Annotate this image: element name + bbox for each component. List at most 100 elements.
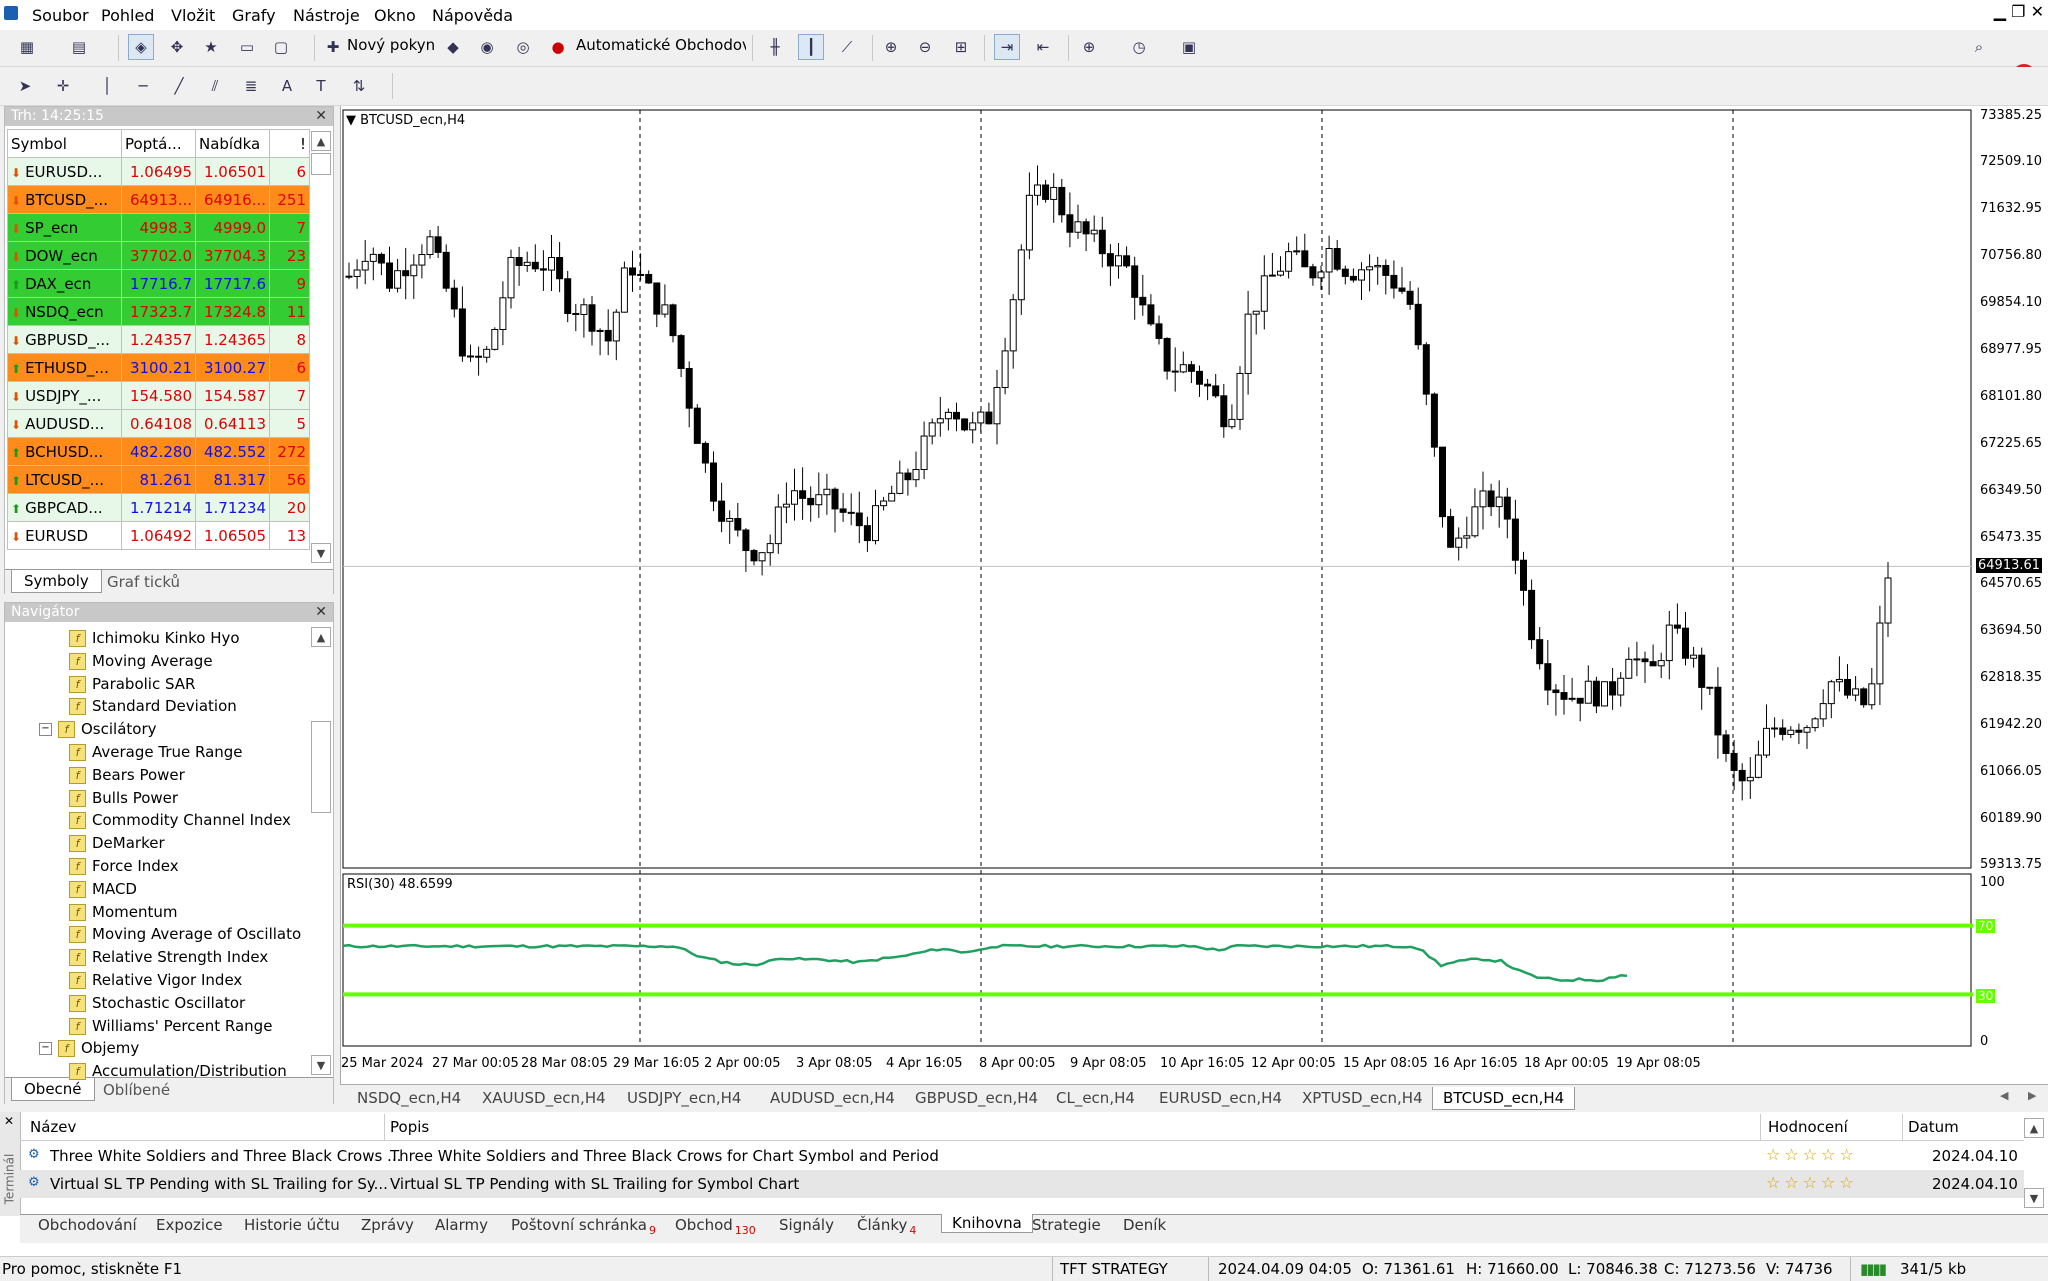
menu-napoveda[interactable]: Nápověda [432, 6, 513, 25]
line-chart-icon[interactable]: ⟋ [834, 34, 860, 60]
auto-trading-button[interactable]: Automatické Obchodování [576, 36, 746, 54]
tabs-left-icon[interactable]: ◀ [2000, 1089, 2008, 1102]
menu-soubor[interactable]: Soubor [32, 6, 89, 25]
market-row[interactable]: ⬆ DAX_ecn 17716.7 17717.6 9 [7, 269, 310, 298]
nav-indicator[interactable]: f Ichimoku Kinko Hyo [69, 627, 240, 649]
col-rating[interactable]: Hodnocení [1768, 1118, 1848, 1136]
nav-indicator[interactable]: f Momentum [69, 901, 177, 923]
tab-favorites[interactable]: Oblíbené [103, 1081, 170, 1099]
strategy-tester-icon[interactable]: ▢ [268, 34, 294, 60]
nav-indicator[interactable]: f Average True Range [69, 741, 243, 763]
nav-indicator[interactable]: f Bulls Power [69, 787, 178, 809]
nav-indicator[interactable]: f Stochastic Oscillator [69, 992, 245, 1014]
terminal-tab[interactable]: Alarmy [435, 1216, 488, 1234]
close-icon[interactable]: ✕ [315, 603, 327, 622]
col-symbol[interactable]: Symbol [7, 129, 122, 158]
nav-indicator[interactable]: f Parabolic SAR [69, 673, 195, 695]
scroll-down-icon[interactable]: ▼ [311, 1055, 331, 1075]
market-row[interactable]: ⬇ DOW_ecn 37702.0 37704.3 23 [7, 241, 310, 270]
col-name[interactable]: Název [30, 1118, 76, 1136]
col-bid[interactable]: Poptá... [121, 129, 196, 158]
chart-tab[interactable]: CL_ecn,H4 [1056, 1087, 1135, 1109]
close-icon[interactable]: ✕ [315, 107, 327, 126]
scroll-down-icon[interactable]: ▼ [311, 543, 331, 563]
terminal-tab[interactable]: Signály [779, 1216, 834, 1234]
library-row[interactable]: ⚙ Three White Soldiers and Three Black Cr… [20, 1142, 2024, 1170]
chart-canvas[interactable] [341, 106, 2048, 1084]
zoom-out-icon[interactable]: ⊖ [912, 34, 938, 60]
tabs-right-icon[interactable]: ▶ [2028, 1089, 2036, 1102]
menu-nastroje[interactable]: Nástroje [293, 6, 360, 25]
tab-symbols[interactable]: Symboly [11, 570, 102, 593]
terminal-tab[interactable]: Strategie [1032, 1216, 1101, 1234]
bar-chart-icon[interactable]: ╫ [762, 34, 788, 60]
chart-window[interactable] [340, 106, 2048, 1084]
col-date[interactable]: Datum [1908, 1118, 1959, 1136]
nav-folder[interactable]: − f Objemy [39, 1037, 139, 1059]
market-row[interactable]: ⬆ BCHUSD... 482.280 482.552 272 [7, 437, 310, 466]
search-icon[interactable]: ⌕ [1966, 34, 1992, 60]
navigator-icon[interactable]: ★ [198, 34, 224, 60]
market-watch-icon[interactable]: ◈ [128, 34, 154, 60]
nav-indicator[interactable]: f Moving Average of Oscillato [69, 923, 301, 945]
trendline-icon[interactable]: ╱ [166, 73, 192, 99]
menu-okno[interactable]: Okno [374, 6, 416, 25]
terminal-tab[interactable]: Deník [1123, 1216, 1166, 1234]
market-row[interactable]: ⬇ GBPUSD_... 1.24357 1.24365 8 [7, 325, 310, 354]
nav-indicator[interactable]: f Moving Average [69, 650, 213, 672]
nav-indicator[interactable]: f Commodity Channel Index [69, 809, 291, 831]
nav-folder[interactable]: − f Oscilátory [39, 718, 157, 740]
market-row[interactable]: ⬇ EURUSD 1.06492 1.06505 13 [7, 521, 310, 550]
crosshair-icon[interactable]: ✛ [50, 73, 76, 99]
vertical-line-icon[interactable]: │ [94, 73, 120, 99]
scrollbar-thumb[interactable] [311, 721, 331, 813]
horizontal-line-icon[interactable]: ─ [130, 73, 156, 99]
profiles-icon[interactable]: ▤ [66, 34, 92, 60]
chart-tab[interactable]: XAUUSD_ecn,H4 [482, 1087, 606, 1109]
chart-tab[interactable]: EURUSD_ecn,H4 [1159, 1087, 1282, 1109]
chart-tab[interactable]: USDJPY_ecn,H4 [627, 1087, 741, 1109]
data-window-icon[interactable]: ✥ [164, 34, 190, 60]
chart-tab[interactable]: BTCUSD_ecn,H4 [1432, 1087, 1576, 1110]
nav-indicator[interactable]: f Relative Vigor Index [69, 969, 242, 991]
market-row[interactable]: ⬆ GBPCAD... 1.71214 1.71234 20 [7, 493, 310, 522]
tab-tick-chart[interactable]: Graf ticků [107, 573, 180, 591]
cursor-icon[interactable]: ➤ [12, 73, 38, 99]
radio-icon[interactable]: ◎ [510, 34, 536, 60]
scroll-up-icon[interactable]: ▲ [311, 627, 331, 647]
text-label-icon[interactable]: T [308, 73, 334, 99]
arrows-icon[interactable]: ⇅ [346, 73, 372, 99]
market-row[interactable]: ⬆ ETHUSD_... 3100.21 3100.27 6 [7, 353, 310, 382]
terminal-tab[interactable]: Poštovní schránka 9 [511, 1216, 656, 1237]
market-row[interactable]: ⬇ USDJPY_... 154.580 154.587 7 [7, 381, 310, 410]
candlestick-icon[interactable]: ┃ [798, 34, 824, 60]
terminal-tab[interactable]: Články 4 [857, 1216, 916, 1237]
autoscroll-icon[interactable]: ⇥ [994, 34, 1020, 60]
equidistant-channel-icon[interactable]: ⫽ [202, 73, 228, 99]
nav-indicator[interactable]: f MACD [69, 878, 137, 900]
text-icon[interactable]: A [274, 73, 300, 99]
signals-icon[interactable]: ◉ [474, 34, 500, 60]
menu-pohled[interactable]: Pohled [101, 6, 154, 25]
chart-tab[interactable]: NSDQ_ecn,H4 [357, 1087, 461, 1109]
market-row[interactable]: ⬆ LTCUSD_... 81.261 81.317 56 [7, 465, 310, 494]
chart-shift-icon[interactable]: ⇤ [1030, 34, 1056, 60]
scrollbar-thumb[interactable] [311, 153, 331, 175]
terminal-icon[interactable]: ▭ [234, 34, 260, 60]
market-row[interactable]: ⬇ BTCUSD_... 64913... 64916... 251 [7, 185, 310, 214]
restore-icon[interactable]: ❐ [2011, 2, 2025, 21]
nav-indicator[interactable]: f Relative Strength Index [69, 946, 268, 968]
new-order-icon[interactable]: ✚ [320, 34, 346, 60]
tile-windows-icon[interactable]: ⊞ [948, 34, 974, 60]
chart-tab[interactable]: XPTUSD_ecn,H4 [1302, 1087, 1423, 1109]
indicators-icon[interactable]: ⊕ [1076, 34, 1102, 60]
close-icon[interactable]: ✕ [4, 1114, 14, 1128]
auto-trading-icon[interactable]: ● [545, 34, 571, 60]
library-row[interactable]: ⚙ Virtual SL TP Pending with SL Trailing … [20, 1170, 2024, 1198]
menu-vlozit[interactable]: Vložit [171, 6, 215, 25]
col-ask[interactable]: Nabídka [195, 129, 270, 158]
minimize-icon[interactable]: ▁ [1994, 2, 2006, 21]
terminal-tab[interactable]: Expozice [156, 1216, 223, 1234]
terminal-tab[interactable]: Zprávy [361, 1216, 414, 1234]
zoom-in-icon[interactable]: ⊕ [878, 34, 904, 60]
